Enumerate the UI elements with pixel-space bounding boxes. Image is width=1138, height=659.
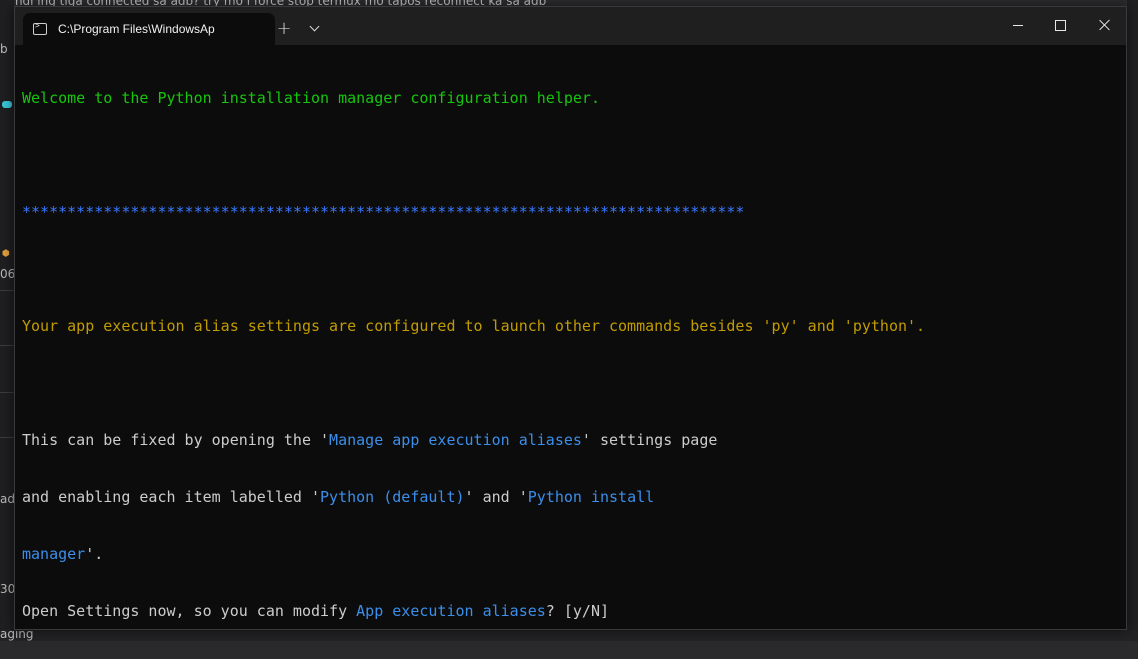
background-fragment: ad [0, 492, 14, 506]
maximize-button[interactable] [1037, 7, 1083, 43]
fix-line-3: manager'. [22, 545, 1126, 564]
background-right-panel [1127, 0, 1138, 641]
highlight-text: Python install [527, 488, 655, 506]
prompt-line: Open Settings now, so you can modify App… [22, 602, 1126, 621]
background-fragment: 302 [0, 582, 14, 596]
tab-dropdown-button[interactable] [299, 13, 329, 43]
background-fragment: 06 [0, 267, 14, 281]
fix-line-1: This can be fixed by opening the 'Manage… [22, 431, 1126, 450]
minimize-icon [1013, 24, 1023, 26]
background-left-panel: b ⬢ 06 ad 302 [0, 0, 14, 641]
highlight-text: Python (default) [320, 488, 465, 506]
background-fragment: b [0, 42, 8, 56]
console-text: ' and ' [464, 488, 528, 506]
console-text: ? [y/N] [545, 602, 610, 620]
close-button[interactable] [1082, 7, 1128, 43]
console-text: ' settings page [581, 431, 718, 449]
terminal-window: C:\Program Files\WindowsAp + Welcome to … [14, 6, 1127, 630]
background-divider [0, 437, 14, 438]
background-divider [0, 290, 14, 291]
console-text: and enabling each item labelled ' [22, 488, 321, 506]
background-divider [0, 345, 14, 346]
background-divider [0, 392, 14, 393]
title-bar[interactable]: C:\Program Files\WindowsAp + [15, 7, 1126, 45]
new-tab-button[interactable]: + [269, 13, 299, 43]
terminal-icon [33, 21, 47, 35]
terminal-tab[interactable]: C:\Program Files\WindowsAp [23, 13, 275, 45]
highlight-text: manager [22, 545, 86, 563]
tab-title: C:\Program Files\WindowsAp [58, 22, 215, 36]
maximize-icon [1054, 19, 1066, 31]
console-output[interactable]: Welcome to the Python installation manag… [22, 51, 1126, 629]
highlight-text: Manage app execution aliases [329, 431, 582, 449]
fix-line-2: and enabling each item labelled 'Python … [22, 488, 1126, 507]
plus-icon: + [276, 17, 292, 39]
console-text: This can be fixed by opening the ' [22, 431, 330, 449]
console-text: '. [85, 545, 104, 563]
highlight-text: App execution aliases [356, 602, 546, 620]
separator-line: ****************************************… [22, 203, 745, 221]
console-text: Open Settings now, so you can modify [22, 602, 357, 620]
warning-line: Your app execution alias settings are co… [22, 317, 926, 335]
background-badge-icon: ⬢ [2, 249, 10, 259]
close-icon [1099, 19, 1111, 31]
background-accent [2, 101, 12, 108]
chevron-down-icon [309, 21, 319, 31]
minimize-button[interactable] [995, 7, 1041, 43]
welcome-line: Welcome to the Python installation manag… [22, 89, 600, 107]
